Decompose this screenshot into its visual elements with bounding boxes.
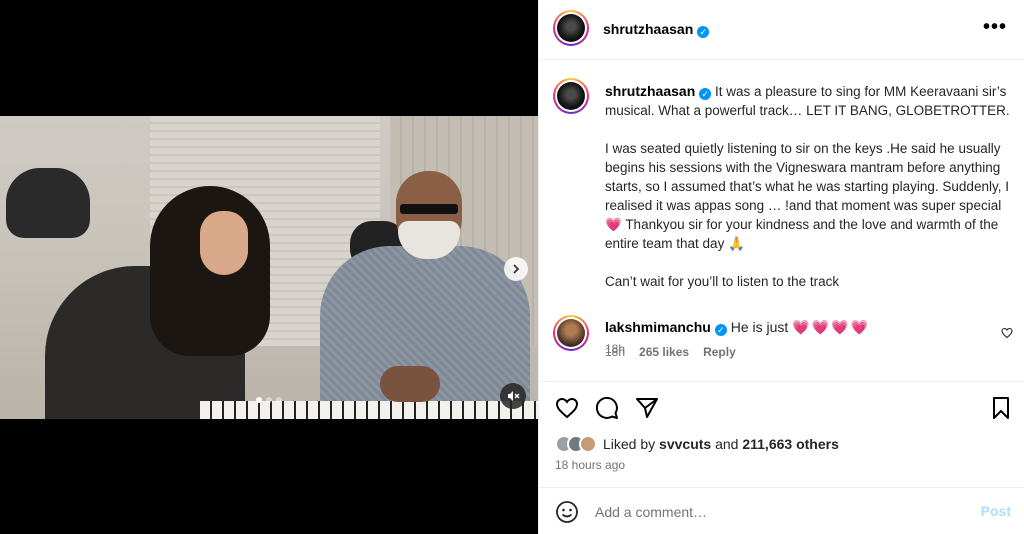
photo-hand [380,366,440,402]
verified-badge-icon: ✓ [697,26,710,38]
liker-avatars[interactable] [555,435,597,453]
comment-likes[interactable]: 265 likes [639,345,689,359]
heart-icon[interactable] [555,396,579,420]
comment-time[interactable]: 18h [605,345,625,359]
post-comment-button[interactable]: Post [981,503,1011,519]
post-photo[interactable] [0,116,538,419]
caption-line: I was seated quietly listening to sir on… [605,141,1009,251]
more-options-icon[interactable]: ••• [983,16,1007,39]
comment-hearts: 💗💗💗💗 [792,319,870,335]
comment-meta: 18h 265 likes Reply [605,345,736,359]
photo-person-face [200,211,248,275]
chevron-right-icon [513,264,520,274]
muted-speaker-icon [508,391,520,401]
photo-keyboard [200,401,538,419]
reply-button[interactable]: Reply [703,345,736,359]
commenter-avatar[interactable] [553,315,589,351]
liked-by-label: Liked by [603,436,656,452]
liked-by-user[interactable]: svvcuts [659,436,711,452]
comment-icon[interactable] [595,396,619,420]
comment-composer: Post [539,487,1024,534]
action-bar [539,381,1024,433]
likes-text: Liked by svvcuts and 211,663 others [603,436,839,452]
carousel-next-button[interactable] [504,257,528,281]
post-details-panel: shrutzhaasan ✓ ••• shrutzhaasan ✓ It was a… [538,0,1024,534]
caption-author-username[interactable]: shrutzhaasan [605,83,695,99]
author-username[interactable]: shrutzhaasan ✓ [603,21,710,38]
likes-and-label: and [715,436,739,452]
post-media [0,0,538,534]
photo-glasses [400,204,458,214]
liker-avatar [579,435,597,453]
carousel-dot [266,397,272,403]
comment-row: lakshmimanchu ✓ He is just 💗💗💗💗 18h 265 l… [539,310,1024,370]
verified-badge-icon: ✓ [714,324,727,336]
carousel-dot [256,397,262,403]
mute-button[interactable] [500,383,526,409]
comment-body: He is just [730,319,789,335]
commenter-username[interactable]: lakshmimanchu [605,319,711,335]
likes-count[interactable]: 211,663 others [742,436,839,452]
heart-icon[interactable] [1001,327,1013,339]
post-caption: shrutzhaasan ✓ It was a pleasure to sing … [605,82,1017,310]
posted-time[interactable]: 18 hours ago [555,458,625,472]
verified-badge-icon: ✓ [699,88,712,100]
carousel-dot [276,397,282,403]
caption-line: Can’t wait for you’ll to listen to the t… [605,274,840,289]
studio-chair [6,168,90,238]
caption-author-avatar[interactable] [553,78,589,114]
bookmark-icon[interactable] [989,396,1013,420]
carousel-dots [256,397,282,403]
author-avatar[interactable] [553,10,589,46]
emoji-icon[interactable] [555,500,579,524]
post-header: shrutzhaasan ✓ ••• [539,0,1024,60]
likes-summary: Liked by svvcuts and 211,663 others [555,435,839,453]
share-icon[interactable] [635,396,659,420]
comment-text: lakshmimanchu ✓ He is just 💗💗💗💗 [605,319,870,336]
comment-input[interactable] [595,502,955,522]
author-username-text[interactable]: shrutzhaasan [603,21,693,37]
